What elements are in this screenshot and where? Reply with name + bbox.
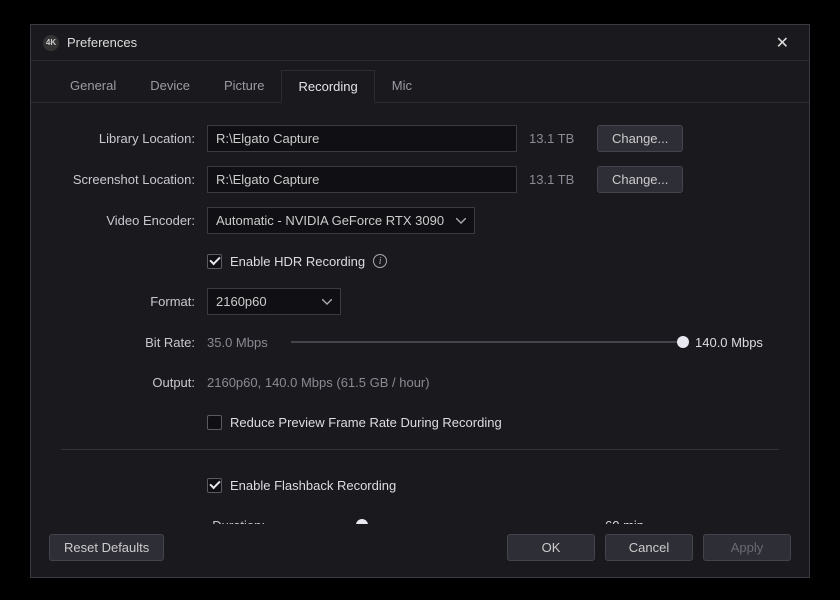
encoder-select[interactable]: Automatic - NVIDIA GeForce RTX 3090 bbox=[207, 207, 475, 234]
app-icon: 4K bbox=[43, 35, 59, 51]
duration-slider-thumb[interactable] bbox=[356, 519, 368, 524]
encoder-value: Automatic - NVIDIA GeForce RTX 3090 bbox=[216, 213, 444, 228]
ok-button[interactable]: OK bbox=[507, 534, 595, 561]
window-title: Preferences bbox=[67, 35, 768, 50]
dialog-footer: Reset Defaults OK Cancel Apply bbox=[31, 524, 809, 577]
flashback-label: Enable Flashback Recording bbox=[230, 478, 396, 493]
titlebar: 4K Preferences ✕ bbox=[31, 25, 809, 61]
tab-bar: General Device Picture Recording Mic bbox=[31, 61, 809, 103]
bitrate-min: 35.0 Mbps bbox=[207, 335, 279, 350]
screenshot-path-input[interactable] bbox=[207, 166, 517, 193]
divider bbox=[61, 449, 779, 450]
tab-general[interactable]: General bbox=[53, 69, 133, 102]
hdr-checkbox[interactable] bbox=[207, 254, 222, 269]
cancel-button[interactable]: Cancel bbox=[605, 534, 693, 561]
library-size: 13.1 TB bbox=[529, 131, 585, 146]
reduce-preview-checkbox[interactable] bbox=[207, 415, 222, 430]
screenshot-size: 13.1 TB bbox=[529, 172, 585, 187]
tab-recording[interactable]: Recording bbox=[281, 70, 374, 103]
reduce-preview-label: Reduce Preview Frame Rate During Recordi… bbox=[230, 415, 502, 430]
close-icon[interactable]: ✕ bbox=[768, 29, 797, 57]
bitrate-slider[interactable] bbox=[291, 335, 683, 349]
output-text: 2160p60, 140.0 Mbps (61.5 GB / hour) bbox=[207, 375, 430, 390]
recording-panel: Library Location: 13.1 TB Change... Scre… bbox=[31, 103, 809, 524]
bitrate-max: 140.0 Mbps bbox=[695, 335, 779, 350]
tab-device[interactable]: Device bbox=[133, 69, 207, 102]
encoder-label: Video Encoder: bbox=[61, 213, 207, 228]
format-value: 2160p60 bbox=[216, 294, 267, 309]
library-path-input[interactable] bbox=[207, 125, 517, 152]
output-label: Output: bbox=[61, 375, 207, 390]
screenshot-label: Screenshot Location: bbox=[61, 172, 207, 187]
reset-defaults-button[interactable]: Reset Defaults bbox=[49, 534, 164, 561]
tab-mic[interactable]: Mic bbox=[375, 69, 429, 102]
preferences-dialog: 4K Preferences ✕ General Device Picture … bbox=[30, 24, 810, 578]
flashback-checkbox[interactable] bbox=[207, 478, 222, 493]
screenshot-change-button[interactable]: Change... bbox=[597, 166, 683, 193]
chevron-down-icon bbox=[322, 299, 332, 305]
duration-slider[interactable] bbox=[289, 518, 579, 524]
format-select[interactable]: 2160p60 bbox=[207, 288, 341, 315]
bitrate-slider-thumb[interactable] bbox=[677, 336, 689, 348]
apply-button[interactable]: Apply bbox=[703, 534, 791, 561]
bitrate-label: Bit Rate: bbox=[61, 335, 207, 350]
format-label: Format: bbox=[61, 294, 207, 309]
chevron-down-icon bbox=[456, 218, 466, 224]
library-label: Library Location: bbox=[61, 131, 207, 146]
info-icon[interactable]: i bbox=[373, 254, 387, 268]
tab-picture[interactable]: Picture bbox=[207, 69, 281, 102]
hdr-label: Enable HDR Recording bbox=[230, 254, 365, 269]
library-change-button[interactable]: Change... bbox=[597, 125, 683, 152]
